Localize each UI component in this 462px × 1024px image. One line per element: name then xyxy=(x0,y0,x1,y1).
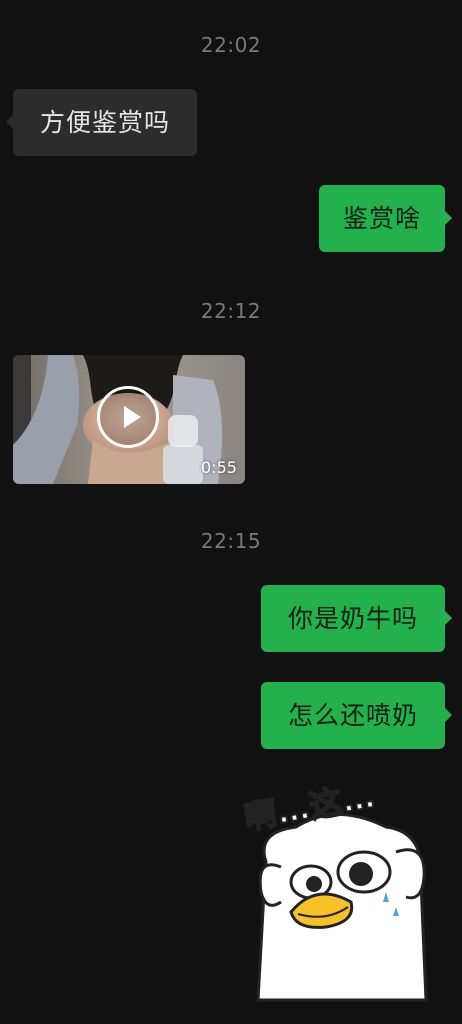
play-icon[interactable] xyxy=(97,386,159,448)
video-duration: 0:55 xyxy=(201,458,237,477)
outgoing-message-bubble[interactable]: 怎么还喷奶 xyxy=(261,682,452,749)
timestamp: 22:02 xyxy=(200,33,262,57)
outgoing-message-bubble[interactable]: 你是奶牛吗 xyxy=(261,585,452,652)
incoming-message-bubble[interactable]: 方便鉴赏吗 xyxy=(6,89,197,156)
outgoing-message-bubble[interactable]: 鉴赏啥 xyxy=(319,185,452,252)
timestamp: 22:15 xyxy=(200,529,262,553)
timestamp: 22:12 xyxy=(200,299,262,323)
